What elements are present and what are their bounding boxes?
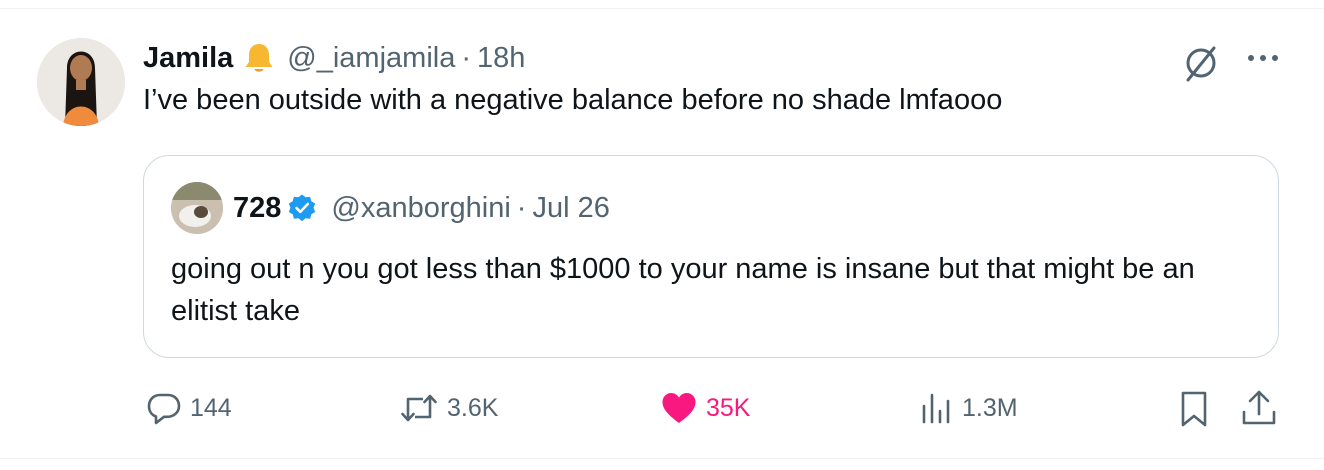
reply-count: 144 — [190, 393, 232, 422]
quote-header: 728 @xanborghini · Jul 26 — [233, 188, 610, 228]
views-button[interactable]: 1.3M — [918, 388, 1018, 428]
author-handle[interactable]: @_iamjamila — [287, 42, 455, 75]
bookmark-icon — [1181, 391, 1207, 427]
views-count: 1.3M — [962, 393, 1018, 422]
reply-icon — [147, 393, 181, 425]
author-avatar[interactable] — [37, 38, 125, 126]
views-icon — [922, 393, 950, 424]
grok-icon[interactable] — [1180, 42, 1222, 84]
heart-icon — [662, 393, 696, 423]
tweet-text: I’ve been outside with a negative balanc… — [143, 84, 1003, 116]
share-button[interactable] — [1240, 388, 1278, 433]
top-divider — [0, 8, 1324, 9]
author-name[interactable]: Jamila — [143, 42, 233, 75]
share-icon — [1242, 390, 1276, 425]
quote-author-name[interactable]: 728 — [233, 192, 281, 225]
tweet-header: Jamila @_iamjamila · 18h — [143, 38, 525, 78]
reply-button[interactable]: 144 — [146, 388, 232, 428]
quote-date[interactable]: Jul 26 — [532, 192, 609, 225]
like-count: 35K — [706, 393, 751, 422]
quote-separator-dot: · — [516, 191, 527, 224]
quote-text: going out n you got less than $1000 to y… — [171, 253, 1195, 327]
more-icon[interactable] — [1243, 44, 1283, 72]
quote-author-handle[interactable]: @xanborghini — [331, 192, 510, 225]
verified-badge-icon[interactable] — [287, 193, 317, 223]
bottom-divider — [0, 458, 1324, 459]
bookmark-button[interactable] — [1178, 390, 1210, 433]
repost-button[interactable]: 3.6K — [399, 388, 498, 428]
tweet-time[interactable]: 18h — [477, 42, 525, 75]
repost-icon — [401, 394, 437, 422]
like-button[interactable]: 35K — [660, 388, 750, 428]
quote-author-avatar[interactable] — [171, 182, 223, 234]
repost-count: 3.6K — [447, 393, 499, 422]
separator-dot: · — [461, 41, 472, 74]
bell-icon[interactable] — [243, 41, 275, 75]
quoted-tweet[interactable]: 728 @xanborghini · Jul 26 going out n yo… — [143, 155, 1279, 358]
